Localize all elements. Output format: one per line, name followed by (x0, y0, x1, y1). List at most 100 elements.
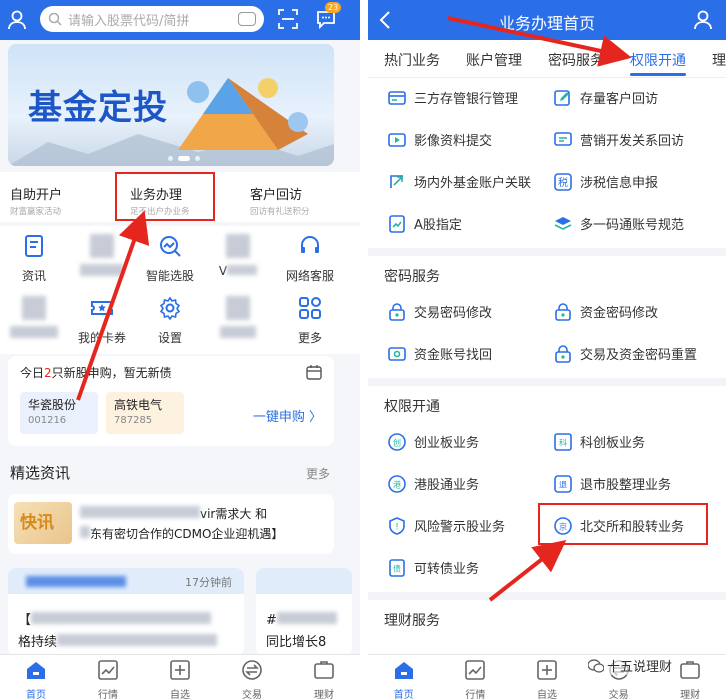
item-risk-warning[interactable]: ! 风险警示股业务 (388, 516, 505, 535)
chat-icon (554, 131, 572, 146)
item-convertible-bond[interactable]: 债 可转债业务 (388, 558, 479, 577)
tab-home[interactable]: 首页 (368, 655, 440, 699)
item-one-code-account[interactable]: 多一码通账号规范 (554, 214, 684, 233)
grid-item-blurred[interactable] (68, 234, 136, 276)
tab-finance[interactable]: 理 (712, 50, 726, 70)
grid-item-blurred-v[interactable]: V (204, 234, 272, 278)
svg-text:科: 科 (559, 437, 567, 447)
news-card-text: # 同比增长8 (266, 610, 337, 654)
flash-line1: vir需求大 和 (200, 507, 268, 521)
promo-banner[interactable]: 基金定投 (8, 44, 334, 166)
item-label: 交易及资金密码重置 (580, 348, 698, 363)
card-search-icon (388, 346, 406, 361)
item-chinext[interactable]: 创 创业板业务 (388, 432, 479, 451)
item-pwd-reset[interactable]: 交易及资金密码重置 (554, 344, 697, 363)
tab-finance[interactable]: 理财 (288, 655, 360, 699)
robot-icon[interactable] (238, 12, 256, 26)
ipo-prefix: 今日 (20, 366, 45, 380)
search-input[interactable]: 请输入股票代码/简拼 (40, 6, 264, 32)
ipo-card[interactable]: 今日2只新股申购，暂无新债 华瓷股份 001216 高铁电气 787285 一键… (8, 356, 334, 446)
item-image-upload[interactable]: 影像资料提交 (388, 130, 492, 149)
tab-market[interactable]: 行情 (72, 655, 144, 699)
item-a-share-designate[interactable]: A股指定 (388, 214, 462, 233)
item-fund-pwd-change[interactable]: 资金密码修改 (554, 302, 658, 321)
tab-watchlist[interactable]: 自选 (144, 655, 216, 699)
item-fund-account-link[interactable]: 场内外基金账户关联 (388, 172, 531, 191)
grid-item-blurred-2[interactable] (0, 296, 68, 338)
news-more-link[interactable]: 更多 (306, 465, 330, 482)
grid-item-smart-stock[interactable]: 智能选股 (136, 234, 204, 284)
search-icon (48, 12, 62, 26)
blurred-text (57, 634, 218, 646)
flash-news-item[interactable]: 快讯 vir需求大 和 东有密切合作的CDMO企业迎机遇】 (8, 494, 334, 554)
market-icon (465, 660, 486, 680)
blurred-icon (226, 234, 250, 258)
ipo-stock-1[interactable]: 华瓷股份 001216 (20, 392, 98, 434)
blurred-text (80, 506, 200, 518)
item-marketing-revisit[interactable]: 营销开发关系回访 (554, 130, 684, 149)
blurred-text (31, 612, 212, 624)
grid-item-news[interactable]: 资讯 (0, 234, 68, 284)
left-screen: 请输入股票代码/简拼 23 基金定投 自助开户 财富赢家活动 业务办理 足不出户… (0, 0, 360, 699)
item-label: 交易密码修改 (414, 306, 493, 321)
tab-label: 自选 (536, 690, 557, 699)
grid-label: 我的卡券 (77, 331, 126, 345)
user-avatar-icon[interactable] (8, 10, 26, 30)
grid-item-more[interactable]: 更多 (272, 296, 348, 346)
bottom-tab-bar: 首页 行情 自选 交易 理财 (0, 654, 360, 699)
grid-item-coupons[interactable]: 我的卡券 (68, 296, 136, 346)
tab-account[interactable]: 账户管理 (466, 50, 522, 70)
item-trade-pwd-change[interactable]: 交易密码修改 (388, 302, 492, 321)
layers-icon (554, 216, 572, 230)
banner-title: 基金定投 (28, 88, 168, 128)
scan-icon[interactable] (278, 9, 298, 29)
calendar-icon[interactable] (306, 364, 322, 380)
item-account-retrieve[interactable]: 资金账号找回 (388, 344, 492, 363)
news-card[interactable]: # 同比增长8 (256, 568, 352, 656)
news-card-text: 【 格持续 (18, 610, 218, 654)
one-click-subscribe-link[interactable]: 一键申购 〉 (253, 406, 322, 425)
item-label: 三方存管银行管理 (414, 92, 519, 107)
section-title-finance: 理财服务 (384, 613, 440, 629)
news-line2: 格持续 (18, 635, 58, 650)
blurred-label (227, 265, 258, 275)
blurred-tag (26, 576, 126, 587)
grid-item-settings[interactable]: 设置 (136, 296, 204, 346)
tab-password[interactable]: 密码服务 (548, 50, 604, 70)
ipo-stock-2[interactable]: 高铁电气 787285 (106, 392, 184, 434)
item-label: 资金账号找回 (414, 348, 493, 363)
section-title-password: 密码服务 (384, 269, 440, 285)
grid-item-online-service[interactable]: 网络客服 (272, 234, 348, 284)
card-title: 自助开户 (10, 188, 63, 203)
item-tax-declare[interactable]: 税 涉税信息申报 (554, 172, 658, 191)
news-time: 17分钟前 (185, 576, 232, 589)
customer-visit-card[interactable]: 客户回访 回访有礼送积分 (240, 172, 360, 222)
user-icon[interactable] (694, 10, 712, 30)
bottom-tab-bar: 首页 行情 自选 交易 理财 (368, 654, 726, 699)
item-bank-custody[interactable]: 三方存管银行管理 (388, 88, 518, 107)
tab-watchlist[interactable]: 自选 (511, 655, 583, 699)
bank-card-icon (388, 90, 406, 105)
tab-home[interactable]: 首页 (0, 655, 72, 699)
divider (368, 378, 726, 386)
self-open-card[interactable]: 自助开户 财富赢家活动 (0, 172, 120, 222)
item-label: 创业板业务 (414, 436, 480, 451)
tab-trade[interactable]: 交易 (216, 655, 288, 699)
blurred-icon (226, 296, 250, 320)
stock-code: 001216 (28, 415, 67, 426)
tab-hot[interactable]: 热门业务 (384, 50, 440, 70)
tab-label: 交易 (242, 690, 262, 699)
item-client-revisit[interactable]: 存量客户回访 (554, 88, 658, 107)
tab-permission[interactable]: 权限开通 (630, 50, 686, 70)
divider (368, 248, 726, 256)
grid-item-blurred-3[interactable] (204, 296, 272, 338)
message-badge: 23 (325, 2, 342, 13)
item-delisting[interactable]: 退 退市股整理业务 (554, 474, 671, 493)
item-label: 影像资料提交 (414, 134, 493, 149)
item-star-market[interactable]: 科 科创板业务 (554, 432, 645, 451)
item-hk-connect[interactable]: 港 港股通业务 (388, 474, 479, 493)
news-card[interactable]: 17分钟前 【 格持续 (8, 568, 244, 656)
tab-market[interactable]: 行情 (440, 655, 512, 699)
card-title: 客户回访 (250, 188, 303, 203)
news-line2: 同比增长8 (266, 635, 327, 650)
